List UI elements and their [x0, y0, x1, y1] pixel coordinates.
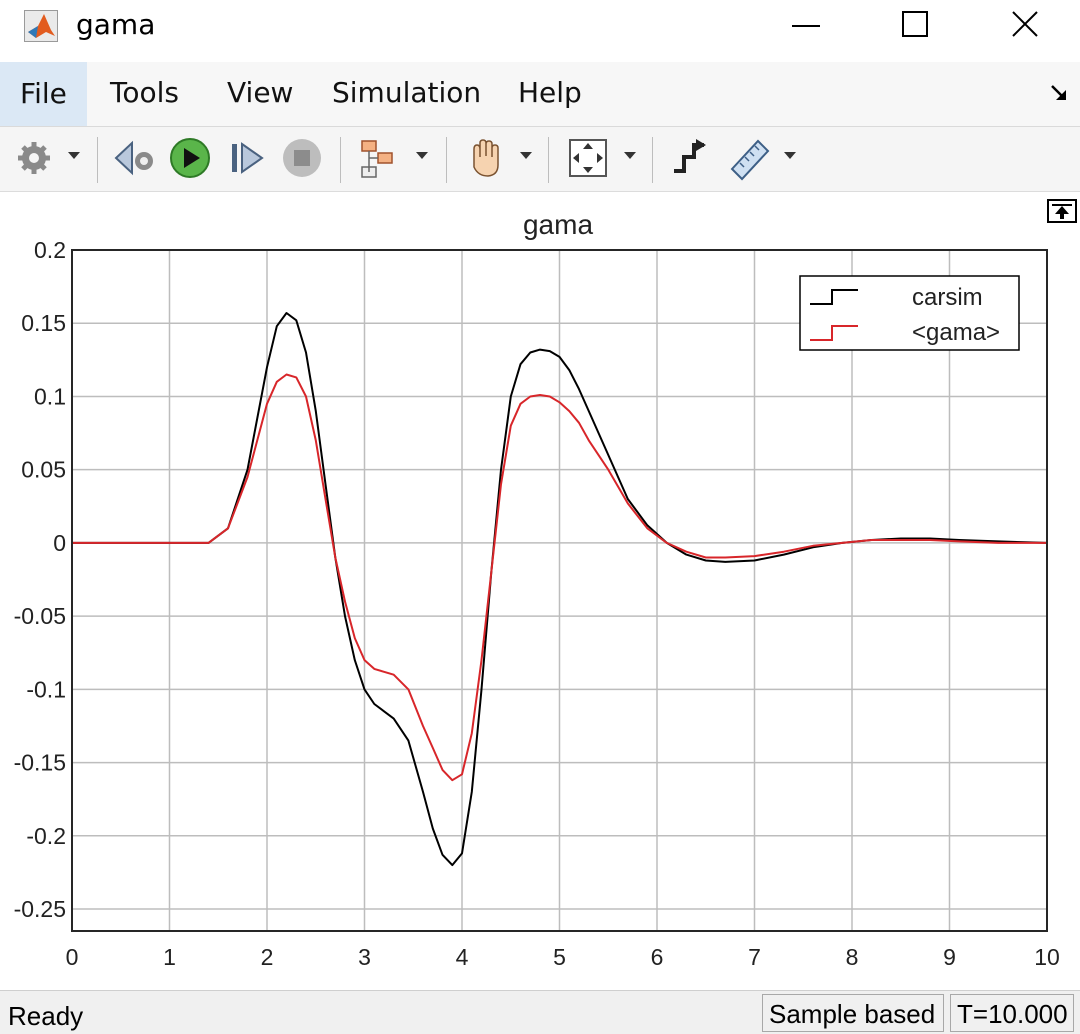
stop-icon[interactable] [280, 135, 324, 181]
toolbar-separator [97, 137, 98, 183]
zoom-fit-icon[interactable] [566, 135, 610, 181]
close-icon [1012, 11, 1038, 37]
zoom-dropdown-caret[interactable] [624, 152, 636, 159]
legend: carsim <gama> [799, 275, 1020, 351]
step-back-icon[interactable] [114, 135, 158, 181]
menu-bar: File Tools View Simulation Help [0, 62, 1080, 127]
menu-view[interactable]: View [223, 76, 297, 109]
y-tick-label: -0.25 [14, 896, 66, 922]
x-tick-label: 9 [943, 944, 956, 970]
x-tick-label: 5 [553, 944, 566, 970]
toolbar-separator [446, 137, 447, 183]
toolbar-separator [548, 137, 549, 183]
gear-icon[interactable] [14, 135, 54, 181]
grid [71, 249, 1048, 931]
menu-file[interactable]: File [0, 62, 87, 126]
y-tick-label: 0.1 [34, 383, 66, 409]
status-mode: Sample based [762, 994, 944, 1032]
signal-tree-icon[interactable] [358, 135, 402, 181]
minimize-button[interactable] [766, 0, 846, 50]
matlab-logo-icon [24, 10, 58, 42]
y-tick-label: 0 [53, 530, 66, 556]
toolbar [0, 127, 1080, 192]
measure-ruler-icon[interactable] [728, 135, 772, 181]
close-button[interactable] [985, 0, 1065, 50]
x-tick-label: 2 [261, 944, 274, 970]
signal-dropdown-caret[interactable] [416, 152, 428, 159]
status-state: Ready [8, 1001, 84, 1031]
minimize-icon [792, 25, 820, 27]
menu-tools[interactable]: Tools [106, 76, 183, 109]
x-tick-label: 6 [651, 944, 664, 970]
pan-dropdown-caret[interactable] [520, 152, 532, 159]
x-tick-label: 7 [748, 944, 761, 970]
toolbar-separator [340, 137, 341, 183]
legend-label-carsim: carsim [912, 284, 983, 311]
x-tick-label: 1 [163, 944, 176, 970]
gear-dropdown-caret[interactable] [68, 152, 80, 159]
maximize-icon [902, 11, 928, 37]
maximize-button[interactable] [874, 0, 954, 50]
scope-chart: gama 0 1 2 3 4 5 6 7 8 9 10 0.2 0.15 0.1 0.05 0 -0.05 -0.… [14, 199, 1077, 970]
x-tick-label: 8 [846, 944, 859, 970]
x-tick-label: 4 [456, 944, 469, 970]
menu-simulation[interactable]: Simulation [328, 76, 485, 109]
x-tick-label: 0 [66, 944, 79, 970]
undock-axes-icon[interactable] [1047, 199, 1077, 223]
undock-arrow-icon[interactable] [1046, 80, 1072, 106]
y-tick-label: 0.2 [34, 237, 66, 263]
step-forward-icon[interactable] [226, 135, 270, 181]
menu-help[interactable]: Help [514, 76, 586, 109]
measure-dropdown-caret[interactable] [784, 152, 796, 159]
window-title: gama [76, 8, 156, 41]
y-tick-label: 0.05 [21, 457, 66, 483]
y-tick-label: -0.15 [14, 750, 66, 776]
toolbar-separator [652, 137, 653, 183]
x-tick-label: 10 [1034, 944, 1060, 970]
scope-plot-area: gama 0 1 2 3 4 5 6 7 8 9 10 0.2 0.15 0.1 0.05 0 -0.05 -0.… [0, 192, 1080, 988]
x-tick-label: 3 [358, 944, 371, 970]
y-tick-label: 0.15 [21, 310, 66, 336]
pan-hand-icon[interactable] [464, 135, 508, 181]
y-tick-label: -0.05 [14, 603, 66, 629]
legend-label-gama: <gama> [912, 319, 1000, 346]
status-time: T=10.000 [950, 994, 1074, 1032]
chart-title: gama [523, 209, 593, 240]
y-tick-label: -0.1 [26, 676, 66, 702]
y-tick-label: -0.2 [26, 823, 66, 849]
status-bar: Ready Sample based T=10.000 [0, 990, 1080, 1034]
window-titlebar: gama [0, 0, 1080, 58]
style-icon[interactable] [670, 135, 710, 181]
run-icon[interactable] [168, 135, 212, 181]
